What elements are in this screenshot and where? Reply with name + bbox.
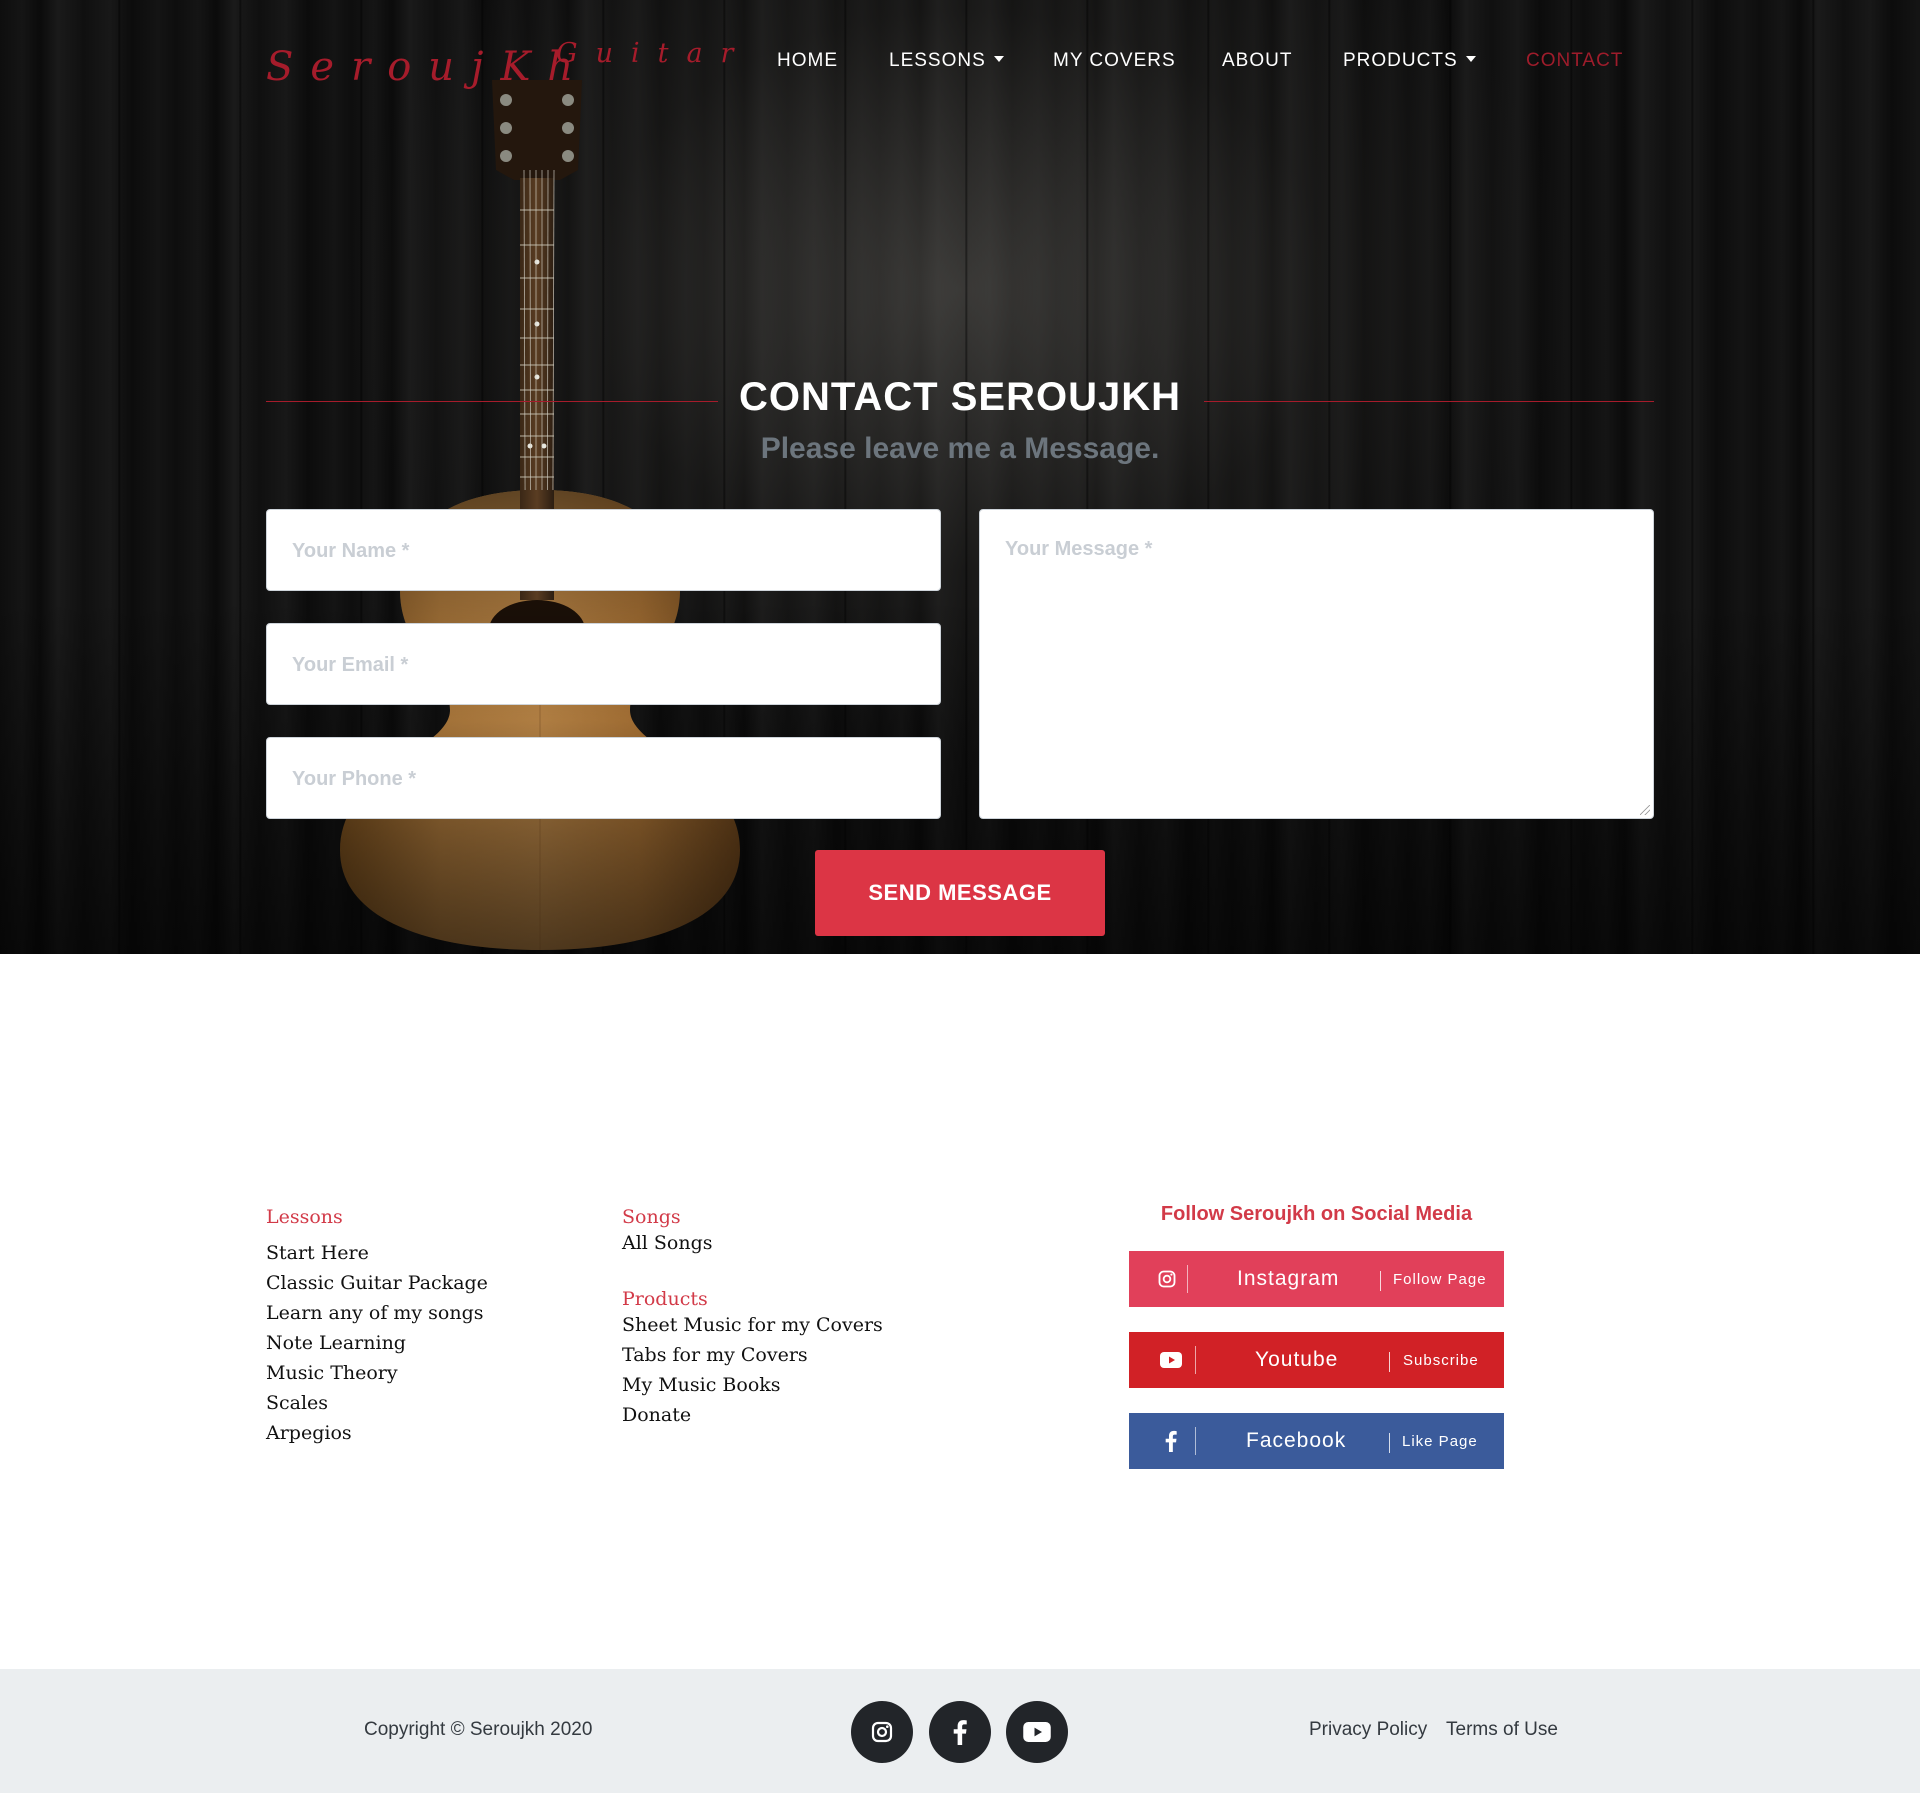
footer-link[interactable]: Music Theory [266,1358,488,1388]
social-heading: Follow Seroujkh on Social Media [1160,1203,1473,1225]
nav-lessons-label: LESSONS [889,50,986,71]
page-subtitle: Please leave me a Message. [760,432,1160,465]
page-title: CONTACT SEROUJKH [739,375,1181,419]
products-heading: Products [622,1288,708,1310]
footer-link[interactable]: Note Learning [266,1328,488,1358]
facebook-icon [1151,1413,1191,1469]
footer-link[interactable]: All Songs [622,1228,883,1258]
caret-down-icon [1465,56,1476,62]
nav-contact[interactable]: CONTACT [1526,50,1623,72]
footer-link[interactable]: Donate [622,1400,883,1430]
logo-text-name: SeroujKh [266,44,591,90]
caret-down-icon [993,56,1004,62]
footer-link[interactable]: Start Here [266,1238,488,1268]
email-input[interactable]: Your Email * [266,623,941,705]
nav-about[interactable]: ABOUT [1222,50,1292,72]
instagram-circle-link[interactable] [851,1701,913,1763]
footer-link[interactable]: Arpegios [266,1418,488,1448]
terms-of-use-link[interactable]: Terms of Use [1446,1719,1558,1741]
songs-column: Songs All Songs Products Sheet Music for… [622,1206,883,1430]
youtube-action: Subscribe [1403,1352,1479,1369]
nav-products-dropdown[interactable]: PRODUCTS [1343,50,1476,72]
instagram-icon [1147,1251,1187,1307]
privacy-policy-link[interactable]: Privacy Policy [1309,1719,1427,1741]
name-input[interactable]: Your Name * [266,509,941,591]
instagram-label: Instagram [1237,1267,1340,1290]
nav-my-covers[interactable]: MY COVERS [1053,50,1176,72]
copyright-text: Copyright © Seroujkh 2020 [364,1719,593,1740]
instagram-icon [871,1721,893,1743]
footer-link[interactable]: Scales [266,1388,488,1418]
footer-link[interactable]: Learn any of my songs [266,1298,488,1328]
instagram-action: Follow Page [1393,1271,1487,1288]
facebook-action: Like Page [1402,1433,1478,1450]
nav-home[interactable]: HOME [777,50,838,72]
lessons-column: Lessons Start Here Classic Guitar Packag… [266,1206,488,1448]
songs-heading: Songs [622,1206,681,1228]
youtube-icon [1023,1722,1051,1742]
phone-input[interactable]: Your Phone * [266,737,941,819]
footer-link[interactable]: Sheet Music for my Covers [622,1310,883,1340]
youtube-label: Youtube [1255,1348,1339,1371]
footer-link[interactable]: Classic Guitar Package [266,1268,488,1298]
nav-lessons-dropdown[interactable]: LESSONS [889,50,1004,72]
instagram-follow-button[interactable]: Instagram Follow Page [1129,1251,1504,1307]
footer-link[interactable]: My Music Books [622,1370,883,1400]
message-textarea[interactable]: Your Message * [979,509,1654,819]
message-placeholder: Your Message * [1005,538,1153,560]
footer-link[interactable]: Tabs for my Covers [622,1340,883,1370]
lessons-heading: Lessons [266,1206,343,1228]
logo-text-guitar: Guitar [556,38,752,69]
resize-handle[interactable] [1640,805,1650,815]
bottom-bar: Copyright © Seroujkh 2020 Privacy Policy… [0,1669,1920,1793]
site-logo[interactable]: SeroujKh Guitar [266,36,733,96]
youtube-icon [1151,1332,1191,1388]
facebook-icon [953,1720,967,1745]
facebook-label: Facebook [1246,1429,1347,1452]
facebook-circle-link[interactable] [929,1701,991,1763]
youtube-circle-link[interactable] [1006,1701,1068,1763]
send-message-button[interactable]: SEND MESSAGE [815,850,1105,936]
nav-products-label: PRODUCTS [1343,50,1458,71]
facebook-like-button[interactable]: Facebook Like Page [1129,1413,1504,1469]
youtube-subscribe-button[interactable]: Youtube Subscribe [1129,1332,1504,1388]
hero-section: SeroujKh Guitar HOME LESSONS MY COVERS A… [0,0,1920,954]
